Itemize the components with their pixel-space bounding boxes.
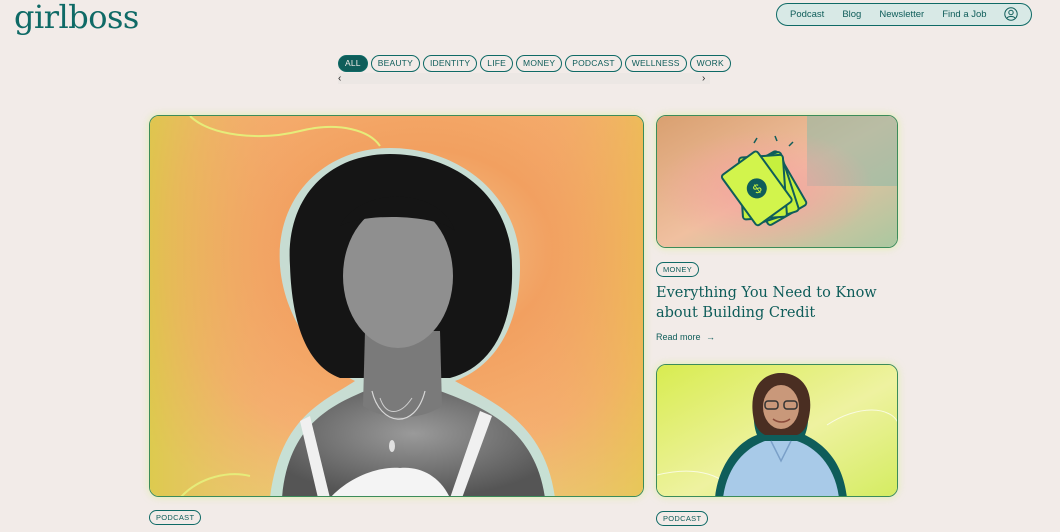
money-category-badge[interactable]: MONEY bbox=[656, 262, 700, 277]
arrow-right-icon: → bbox=[706, 332, 716, 342]
chevron-right-icon[interactable]: › bbox=[702, 73, 705, 84]
filter-beauty[interactable]: BEAUTY bbox=[370, 55, 420, 72]
filter-podcast[interactable]: PODCAST bbox=[565, 55, 622, 72]
top-navigation: Podcast Blog Newsletter Find a Job bbox=[776, 3, 1032, 26]
nav-find-a-job[interactable]: Find a Job bbox=[942, 9, 986, 20]
nav-newsletter[interactable]: Newsletter bbox=[879, 9, 924, 20]
money-cash-illustration: $ bbox=[657, 116, 897, 247]
read-more-label[interactable]: Read more bbox=[656, 332, 701, 342]
nav-podcast[interactable]: Podcast bbox=[790, 9, 824, 20]
filter-identity[interactable]: IDENTITY bbox=[422, 55, 478, 72]
brand-logo[interactable]: girlboss bbox=[14, 0, 139, 36]
filter-scrollbar[interactable] bbox=[338, 73, 710, 84]
article-title[interactable]: Everything You Need to Know about Buildi… bbox=[656, 283, 906, 323]
user-circle-icon[interactable] bbox=[1004, 7, 1018, 21]
filter-wellness[interactable]: WELLNESS bbox=[624, 55, 687, 72]
read-more-link[interactable]: Read more → bbox=[656, 332, 715, 342]
nav-blog[interactable]: Blog bbox=[842, 9, 861, 20]
podcast-article-image[interactable] bbox=[656, 364, 898, 497]
filter-work[interactable]: WORK bbox=[689, 55, 731, 72]
portrait-image bbox=[150, 116, 643, 496]
chevron-left-icon[interactable]: ‹ bbox=[338, 73, 341, 84]
podcast-category-badge[interactable]: PODCAST bbox=[656, 511, 709, 526]
money-article-image[interactable]: $ bbox=[656, 115, 898, 248]
category-filter-bar: ALL BEAUTY IDENTITY LIFE MONEY PODCAST W… bbox=[338, 55, 731, 72]
podcast-host-photo bbox=[657, 365, 897, 496]
featured-category-badge[interactable]: PODCAST bbox=[149, 510, 202, 525]
filter-life[interactable]: LIFE bbox=[480, 55, 514, 72]
filter-all[interactable]: ALL bbox=[338, 55, 368, 72]
featured-article-image[interactable] bbox=[149, 115, 644, 497]
filter-money[interactable]: MONEY bbox=[516, 55, 563, 72]
